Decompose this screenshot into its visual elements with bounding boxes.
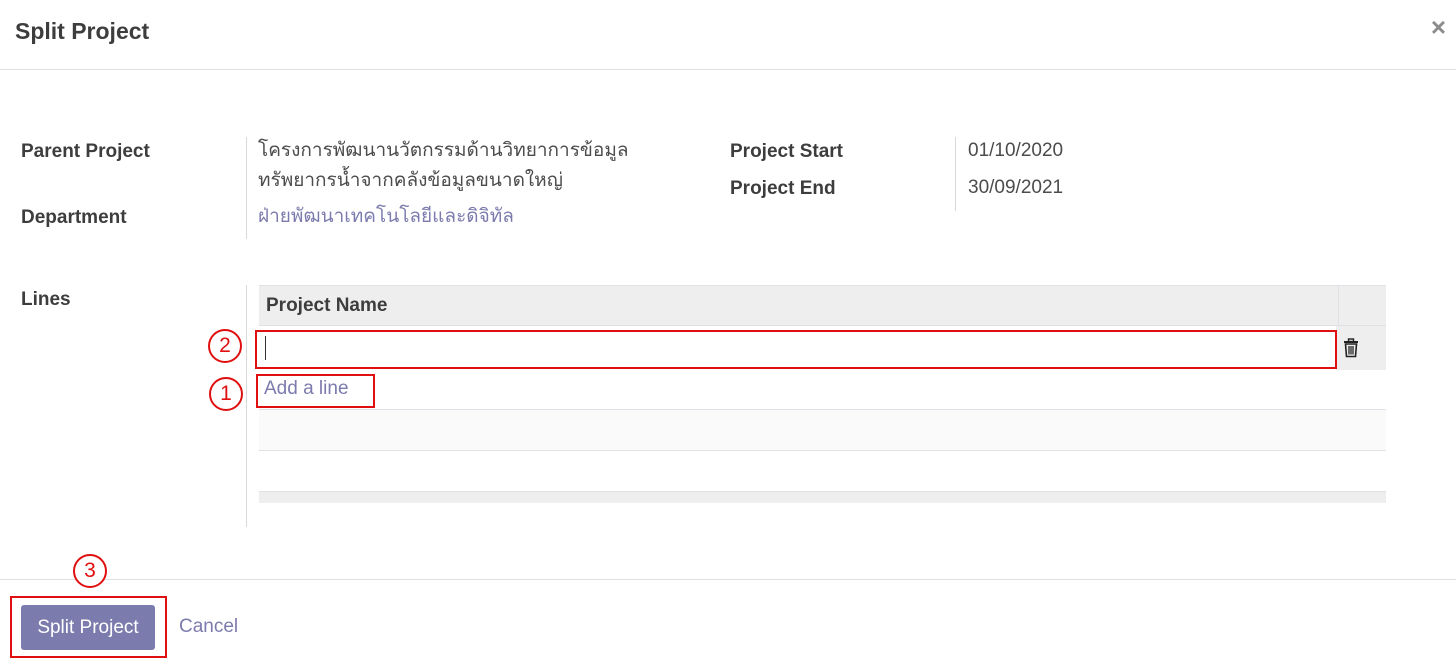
project-end-value: 30/09/2021: [968, 177, 1064, 198]
table-footer: [259, 492, 1386, 503]
table-header: Project Name: [259, 285, 1386, 326]
annotation-marker-3: 3: [73, 554, 107, 588]
annotation-box-2: [255, 330, 1337, 369]
parent-project-value-line1: โครงการพัฒนานวัตกรรมด้านวิทยาการข้อมูล: [258, 140, 629, 161]
annotation-marker-1: 1: [209, 377, 243, 411]
empty-row: [259, 451, 1386, 492]
parent-project-value-line2: ทรัพยากรน้ำจากคลังข้อมูลขนาดใหญ่: [258, 170, 563, 191]
department-link[interactable]: ฝ่ายพัฒนาเทคโนโลยีและดิจิทัล: [258, 202, 514, 232]
department-label: Department: [21, 207, 127, 228]
field-divider: [246, 285, 247, 527]
parent-project-value: โครงการพัฒนานวัตกรรมด้านวิทยาการข้อมูล ท…: [258, 136, 629, 196]
close-icon[interactable]: ×: [1431, 14, 1446, 40]
dialog-title: Split Project: [15, 18, 150, 44]
column-header-project-name[interactable]: Project Name: [266, 295, 387, 317]
lines-table: Project Name Add a line: [259, 285, 1386, 503]
cancel-button[interactable]: Cancel: [179, 616, 238, 638]
project-end-label: Project End: [730, 178, 836, 199]
project-start-value: 01/10/2020: [968, 140, 1064, 161]
dialog-footer: Split Project Cancel: [0, 579, 1456, 669]
field-divider: [246, 137, 247, 239]
lines-label: Lines: [21, 289, 71, 310]
trash-icon[interactable]: [1341, 338, 1361, 358]
field-divider: [955, 137, 956, 211]
dialog-header: Split Project ×: [0, 0, 1456, 70]
split-project-dialog: Split Project × Parent Project โครงการพั…: [0, 0, 1456, 669]
empty-row: [259, 410, 1386, 451]
project-start-label: Project Start: [730, 141, 843, 162]
add-line-row: Add a line: [259, 370, 1386, 410]
parent-project-label: Parent Project: [21, 141, 150, 162]
column-divider: [1338, 286, 1339, 326]
annotation-marker-2: 2: [208, 329, 242, 363]
annotation-box-1: [256, 374, 375, 408]
annotation-box-3: [10, 596, 167, 658]
